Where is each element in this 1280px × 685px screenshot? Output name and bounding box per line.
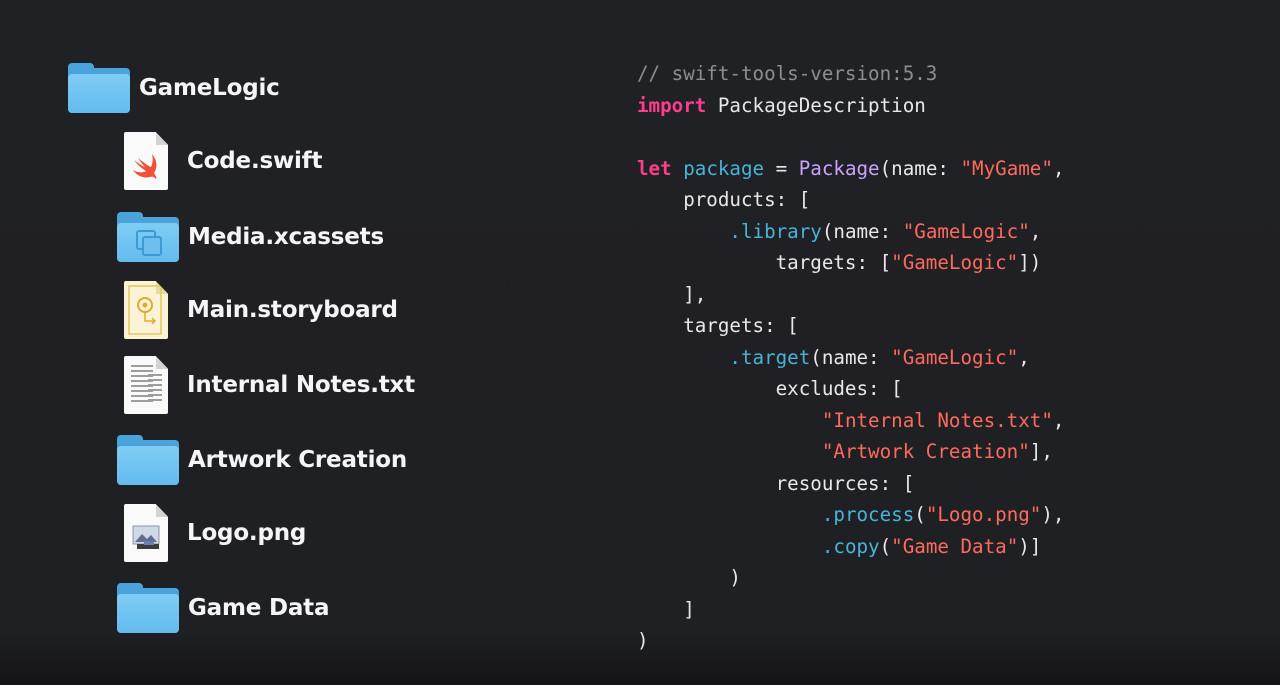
tree-item-game-data[interactable]: Game Data xyxy=(117,583,330,633)
code-token: (name: xyxy=(810,345,892,369)
code-line: let package = Package(name: "MyGame", xyxy=(637,153,1064,185)
folder-icon xyxy=(117,583,179,633)
code-line: ], xyxy=(637,279,1064,311)
code-token: ], xyxy=(637,282,707,306)
code-token: ), xyxy=(1041,503,1065,526)
code-token: "Artwork Creation" xyxy=(821,440,1030,463)
code-line: // swift-tools-version:5.3 xyxy=(637,58,1064,90)
code-token: products: [ xyxy=(637,188,811,211)
tree-item-label: Code.swift xyxy=(187,148,323,174)
code-token: , xyxy=(1018,345,1030,369)
code-token: ( xyxy=(879,534,892,558)
code-token: , xyxy=(1052,156,1065,180)
tree-item-main-storyboard[interactable]: Main.storyboard xyxy=(124,281,398,339)
swift-file-icon xyxy=(124,132,168,190)
code-token: ], xyxy=(1029,440,1053,463)
code-token: targets: [ xyxy=(637,251,892,274)
code-token: ) xyxy=(637,566,741,589)
code-token: // swift-tools-version:5.3 xyxy=(637,62,938,85)
tree-item-media-xcassets[interactable]: Media.xcassets xyxy=(117,212,384,262)
code-token: .library xyxy=(729,219,822,243)
tree-item-internal-notes[interactable]: Internal Notes.txt xyxy=(124,356,415,414)
code-token: .copy xyxy=(821,534,880,558)
code-token: Package xyxy=(798,156,880,180)
code-line: targets: [ xyxy=(637,310,1064,342)
code-token: ] xyxy=(637,597,695,621)
tree-item-label: Game Data xyxy=(188,595,330,621)
code-line: "Internal Notes.txt", xyxy=(637,405,1065,437)
tree-item-label: GameLogic xyxy=(139,75,280,101)
code-token: excludes: [ xyxy=(637,377,903,400)
code-line: products: [ xyxy=(637,184,1064,216)
code-token: .process xyxy=(821,503,915,526)
tree-item-label: Artwork Creation xyxy=(188,447,408,473)
tree-item-label: Logo.png xyxy=(187,520,307,546)
code-token: .target xyxy=(729,345,811,369)
code-token: "MyGame" xyxy=(960,156,1053,180)
tree-item-code-swift[interactable]: Code.swift xyxy=(124,132,323,190)
code-line: targets: ["GameLogic"]) xyxy=(637,247,1064,279)
tree-item-label: Main.storyboard xyxy=(187,297,398,323)
code-line: "Artwork Creation"], xyxy=(637,436,1064,468)
code-token: import xyxy=(637,93,707,117)
tree-item-label: Media.xcassets xyxy=(188,224,384,250)
code-line: excludes: [ xyxy=(637,373,1064,405)
storyboard-file-icon xyxy=(124,281,168,339)
code-line: import PackageDescription xyxy=(637,90,1064,122)
code-line: .copy("Game Data")] xyxy=(637,531,1064,563)
tree-item-logo-png[interactable]: Logo.png xyxy=(124,504,306,562)
code-token: package xyxy=(683,156,765,180)
code-line: .target(name: "GameLogic", xyxy=(637,342,1064,374)
code-token: "Game Data" xyxy=(891,534,1019,558)
code-token: (name: xyxy=(821,219,903,243)
code-token: ) xyxy=(637,629,649,652)
text-file-icon xyxy=(124,356,168,414)
code-token: let xyxy=(637,156,672,180)
file-tree: GameLogic Code.swift Media.xcassets Main… xyxy=(0,0,600,685)
asset-catalog-icon xyxy=(117,212,179,262)
folder-icon xyxy=(117,435,179,485)
code-token: targets: [ xyxy=(637,314,799,337)
code-token: "GameLogic" xyxy=(891,251,1019,274)
code-token: ]) xyxy=(1018,251,1042,274)
code-line: ) xyxy=(637,562,1064,594)
code-token: )] xyxy=(1018,534,1042,558)
tree-item-root[interactable]: GameLogic xyxy=(68,63,280,113)
code-token: = xyxy=(764,156,799,180)
code-line: .process("Logo.png"), xyxy=(637,499,1065,531)
folder-icon xyxy=(68,63,130,113)
image-file-icon xyxy=(124,504,168,562)
code-listing: // swift-tools-version:5.3 import Package… xyxy=(637,58,1064,657)
code-token: resources: [ xyxy=(637,471,915,495)
code-line: ) xyxy=(637,625,1064,657)
tree-item-label: Internal Notes.txt xyxy=(187,372,415,398)
code-token: "Internal Notes.txt" xyxy=(821,408,1053,432)
code-token: "GameLogic" xyxy=(891,345,1019,369)
code-line: ] xyxy=(637,594,1064,626)
code-line: .library(name: "GameLogic", xyxy=(637,216,1064,248)
code-token: "GameLogic" xyxy=(902,219,1030,243)
code-token: ( xyxy=(914,503,926,526)
code-token: , xyxy=(1052,408,1065,432)
code-token: , xyxy=(1029,219,1042,243)
code-line: resources: [ xyxy=(637,468,1064,500)
code-token: (name: xyxy=(879,156,961,180)
code-token: "Logo.png" xyxy=(925,503,1042,526)
code-token: PackageDescription xyxy=(706,93,926,117)
tree-item-artwork-creation[interactable]: Artwork Creation xyxy=(117,435,407,485)
